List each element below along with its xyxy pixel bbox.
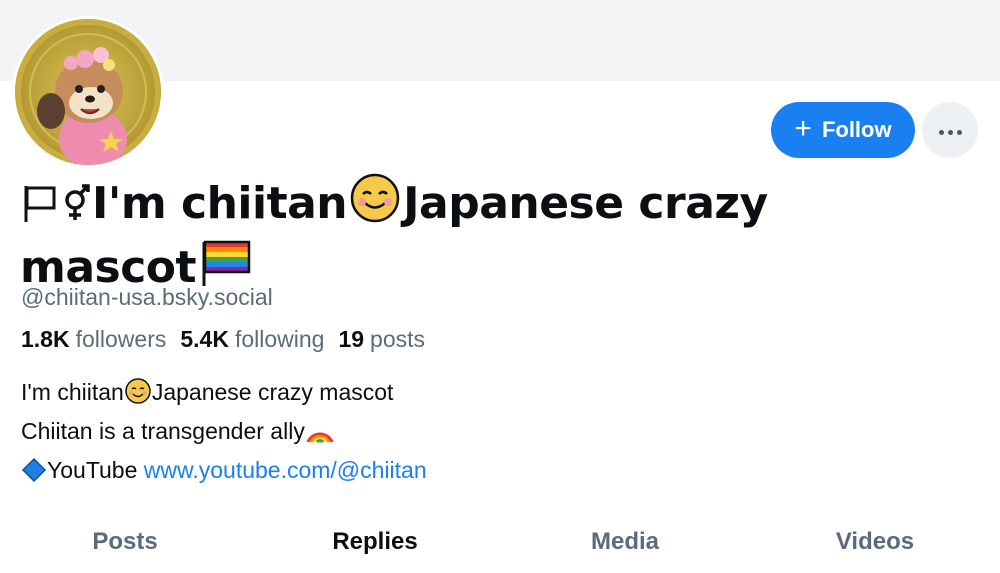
tab-videos[interactable]: Videos xyxy=(750,520,1000,573)
tab-replies[interactable]: Replies xyxy=(250,520,500,573)
profile-stats: 1.8K followers 5.4K following 19 posts xyxy=(21,326,425,353)
tab-posts[interactable]: Posts xyxy=(0,520,250,573)
profile-bio: I'm chiitan Japanese crazy mascot Chiitan… xyxy=(21,375,427,492)
bio-line-1: I'm chiitan Japanese crazy mascot xyxy=(21,375,427,414)
bio-line-3: YouTube www.youtube.com/@chiitan xyxy=(21,453,427,492)
profile-tabs: Posts Replies Media Videos xyxy=(0,520,1000,573)
youtube-link[interactable]: www.youtube.com/@chiitan xyxy=(144,457,427,483)
profile-handle[interactable]: @chiitan-usa.bsky.social xyxy=(21,284,273,311)
followers-stat[interactable]: 1.8K followers xyxy=(21,326,166,353)
white-flag-icon xyxy=(20,182,58,236)
following-stat[interactable]: 5.4K following xyxy=(180,326,324,353)
smiling-face-icon xyxy=(124,377,152,414)
follow-button[interactable]: + Follow xyxy=(771,102,915,158)
blue-diamond-icon xyxy=(21,457,47,492)
rainbow-icon xyxy=(305,416,335,453)
posts-stat: 19 posts xyxy=(338,326,426,352)
avatar[interactable] xyxy=(12,16,164,168)
follow-label: Follow xyxy=(821,117,892,142)
avatar-image xyxy=(15,19,161,165)
transgender-symbol-icon xyxy=(58,182,92,236)
ellipsis-icon xyxy=(937,123,964,138)
bio-line-2: Chiitan is a transgender ally xyxy=(21,414,427,453)
tab-media[interactable]: Media xyxy=(500,520,750,573)
smiling-face-icon xyxy=(347,172,403,236)
profile-display-name: I'm chiitan Japanese crazy mascot xyxy=(20,172,920,300)
more-options-button[interactable] xyxy=(922,102,978,158)
plus-icon: + xyxy=(794,111,812,145)
